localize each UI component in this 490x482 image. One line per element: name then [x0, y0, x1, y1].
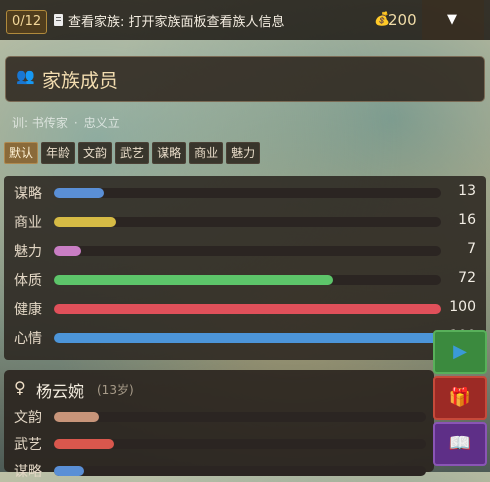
stat-value: 7: [467, 241, 476, 257]
stat-label: 文韵: [14, 410, 42, 426]
play-icon: ▶: [453, 341, 467, 362]
motto-part-2: 忠义立: [83, 116, 120, 130]
top-bar: 0/12 查看家族: 打开家族面板查看族人信息 💰 200 ▼: [0, 0, 490, 40]
stat-bar-fill: [54, 246, 81, 256]
stat-label: 体质: [14, 273, 42, 289]
stat-row: 文韵12: [4, 406, 486, 428]
dropdown-button[interactable]: ▼: [422, 0, 484, 40]
family-motto: 训: 书传家 · 忠义立: [12, 116, 120, 130]
stat-bar-track: [54, 439, 426, 449]
quest-description[interactable]: 查看家族: 打开家族面板查看族人信息: [68, 11, 285, 30]
stat-value: 72: [458, 270, 476, 286]
sort-tab[interactable]: 文韵: [78, 142, 113, 164]
book-button[interactable]: 📖: [433, 422, 487, 466]
stat-row: 健康 100: [4, 298, 486, 320]
stat-value: 100: [449, 299, 476, 315]
stat-bar-fill: [54, 439, 114, 449]
stat-bar-fill: [54, 188, 104, 198]
stat-bar-fill: [54, 466, 84, 476]
stat-row: 谋略 13: [4, 182, 486, 204]
stat-bar-track: [54, 412, 426, 422]
motto-part-1: 书传家: [31, 116, 68, 130]
stat-bar-fill: [54, 412, 99, 422]
stat-label: 谋略: [14, 186, 42, 202]
scroll-icon: [54, 14, 63, 26]
stat-bar-fill: [54, 275, 333, 285]
chevron-down-icon: ▼: [447, 12, 457, 27]
sort-tabs: 默认 年龄 文韵 武艺 谋略 商业 魅力: [4, 142, 261, 164]
stat-label: 谋略: [14, 464, 42, 480]
stat-row: 商业 16: [4, 211, 486, 233]
stat-label: 商业: [14, 215, 42, 231]
sort-tab[interactable]: 商业: [189, 142, 224, 164]
stat-row: 谋略8: [4, 460, 486, 482]
stat-bar-track: [54, 188, 441, 198]
stat-label: 魅力: [14, 244, 42, 260]
sort-tab[interactable]: 默认: [4, 142, 39, 164]
selected-member-stats: 谋略 13 商业 16 魅力 7 体质 72 健康 100 心情100: [4, 176, 486, 360]
member-age: (13岁): [97, 383, 134, 397]
play-button[interactable]: ▶: [433, 330, 487, 374]
stat-value: 16: [458, 212, 476, 228]
gift-button[interactable]: 🎁: [433, 376, 487, 420]
stat-bar-track: [54, 275, 441, 285]
panel-title: 家族成员: [42, 70, 119, 92]
gift-icon: 🎁: [448, 387, 472, 408]
female-icon: ♀: [14, 378, 26, 397]
stat-row: 魅力 7: [4, 240, 486, 262]
sort-tab[interactable]: 魅力: [226, 142, 261, 164]
stat-row: 心情100: [4, 327, 486, 349]
stat-bar-track: [54, 217, 441, 227]
motto-prefix: 训:: [12, 116, 29, 130]
member-card[interactable]: ♀ 杨云婉 (13岁) 文韵12武艺16谋略8: [4, 370, 434, 480]
sort-tab[interactable]: 年龄: [41, 142, 76, 164]
stat-bar-fill: [54, 217, 116, 227]
stat-bar-track: [54, 246, 441, 256]
stat-value: 13: [458, 183, 476, 199]
stat-bar-track: [54, 333, 441, 343]
family-members-header: 👥 家族成员: [5, 56, 485, 102]
stat-label: 心情: [14, 331, 42, 347]
family-icon: 👥: [16, 67, 35, 85]
stat-bar-fill: [54, 304, 441, 314]
member-name: 杨云婉: [36, 382, 85, 401]
stat-row: 武艺16: [4, 433, 486, 455]
stat-label: 健康: [14, 302, 42, 318]
sort-tab[interactable]: 谋略: [152, 142, 187, 164]
stat-row: 体质 72: [4, 269, 486, 291]
stat-bar-track: [54, 304, 441, 314]
quest-progress-badge[interactable]: 0/12: [6, 10, 48, 34]
stat-bar-track: [54, 466, 426, 476]
book-icon: 📖: [448, 433, 472, 454]
coin-balance: 200: [388, 11, 417, 29]
sort-tab[interactable]: 武艺: [115, 142, 150, 164]
stat-bar-fill: [54, 333, 441, 343]
stat-label: 武艺: [14, 437, 42, 453]
